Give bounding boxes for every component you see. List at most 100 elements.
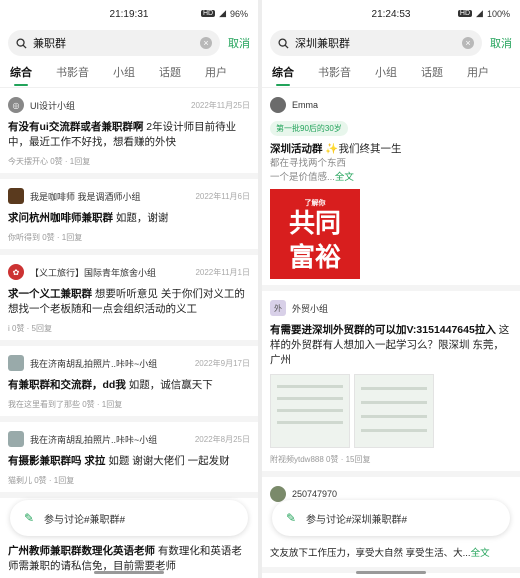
post-image[interactable] bbox=[354, 374, 434, 448]
poster-text: 共同 bbox=[288, 209, 341, 239]
list-item[interactable]: 我是咖啡师 我是调酒师小组 2022年11月6日 求问杭州咖啡师兼职群 如题，谢谢… bbox=[0, 179, 258, 255]
post-line-text: 文友放下工作压力，享受大自然 享受生活、大... bbox=[270, 548, 471, 559]
list-item[interactable]: 我在济南胡乱拍照片..咔咔~小组 2022年9月17日 有兼职群和交流群，dd我 … bbox=[0, 346, 258, 422]
search-query: 深圳兼职群 bbox=[295, 38, 350, 50]
post-stats: 附视频ytdw888 0赞 · 15回复 bbox=[270, 455, 371, 464]
cancel-button[interactable]: 取消 bbox=[490, 35, 512, 51]
group-name: 我是咖啡师 我是调酒师小组 bbox=[30, 191, 141, 202]
post-line: 文友放下工作压力，享受大自然 享受生活、大...全文 bbox=[270, 547, 512, 561]
clear-icon[interactable]: × bbox=[200, 37, 212, 49]
user-avatar bbox=[270, 486, 286, 502]
post-title-text: 有摄影兼职群吗 求拉 bbox=[8, 455, 106, 467]
post-image[interactable] bbox=[270, 374, 350, 448]
post-title-text: 有没有ui交流群或者兼职群啊 bbox=[8, 121, 144, 133]
group-avatar: 外 bbox=[270, 300, 286, 316]
tab-groups[interactable]: 小组 bbox=[375, 58, 397, 88]
search-row: 深圳兼职群 × 取消 bbox=[262, 28, 520, 58]
status-icons: HD ◢ 100% bbox=[457, 8, 510, 19]
image-grid bbox=[270, 374, 512, 448]
home-indicator bbox=[94, 571, 164, 574]
poster-text: 富裕 bbox=[288, 243, 341, 273]
post-title: 求问杭州咖啡师兼职群 如题，谢谢 bbox=[8, 211, 250, 226]
status-icons: HD ◢ 96% bbox=[200, 8, 248, 19]
post-title-text: 求一个义工兼职群 bbox=[8, 288, 92, 300]
post-stats: 今天摆开心 0赞 · 1回复 bbox=[8, 157, 91, 166]
tab-users[interactable]: 用户 bbox=[467, 58, 489, 88]
tab-media[interactable]: 书影音 bbox=[318, 58, 351, 88]
status-bar: 21:19:31 HD ◢ 96% bbox=[0, 0, 258, 28]
post-date: 2022年11月6日 bbox=[195, 191, 250, 201]
tab-users[interactable]: 用户 bbox=[205, 58, 227, 88]
clear-icon[interactable]: × bbox=[462, 37, 474, 49]
tab-groups[interactable]: 小组 bbox=[113, 58, 135, 88]
post-date: 2022年8月25日 bbox=[194, 434, 250, 444]
post-title-text: 广州教师兼职群数理化英语老师 bbox=[8, 545, 155, 557]
post-date: 2022年9月17日 bbox=[194, 358, 250, 368]
battery-level: 100% bbox=[486, 8, 510, 19]
cancel-button[interactable]: 取消 bbox=[228, 35, 250, 51]
post-title: 有需要进深圳外贸群的可以加V:3151447645拉入 这样的外贸群有人想加入一… bbox=[270, 323, 512, 368]
status-time: 21:19:31 bbox=[109, 8, 149, 20]
tab-bar: 综合 书影音 小组 话题 用户 bbox=[262, 58, 520, 88]
expand-link[interactable]: 全文 bbox=[335, 172, 354, 183]
post-stats: 猫剩儿 0赞 · 1回复 bbox=[8, 476, 75, 485]
group-name: 我在济南胡乱拍照片..咔咔~小组 bbox=[30, 358, 158, 369]
tab-topics[interactable]: 话题 bbox=[421, 58, 443, 88]
tab-media[interactable]: 书影音 bbox=[56, 58, 89, 88]
search-icon bbox=[278, 37, 289, 49]
tab-general[interactable]: 综合 bbox=[10, 58, 32, 88]
post-title-text: 深圳活动群 bbox=[270, 143, 323, 155]
post-title: 深圳活动群 ✨我们终其一生 bbox=[270, 142, 512, 157]
discussion-button[interactable]: ✎ 参与讨论#兼职群# bbox=[10, 500, 248, 536]
group-avatar bbox=[8, 431, 24, 447]
status-badge: 第一批90后的30岁 bbox=[270, 121, 348, 136]
search-query: 兼职群 bbox=[33, 38, 66, 50]
poster-caption: 了解你 bbox=[304, 198, 326, 207]
group-avatar bbox=[8, 355, 24, 371]
right-screen: 21:24:53 HD ◢ 100% 深圳兼职群 × 取消 综合 书影音 小组 … bbox=[262, 0, 520, 578]
tab-general[interactable]: 综合 bbox=[272, 58, 294, 88]
group-name: 【义工旅行】国际青年旅舍小组 bbox=[30, 267, 157, 278]
post-image[interactable]: 了解你 共同 富裕 bbox=[270, 189, 360, 279]
post-line-text: 一个是价值感... bbox=[270, 172, 335, 183]
post-title: 有摄影兼职群吗 求拉 如题 谢谢大佬们 一起发财 bbox=[8, 454, 250, 469]
expand-link[interactable]: 全文 bbox=[471, 548, 490, 559]
hd-icon: HD bbox=[457, 10, 473, 17]
user-name: 250747970 bbox=[292, 489, 338, 499]
group-name: UI设计小组 bbox=[30, 100, 76, 111]
pen-icon: ✎ bbox=[24, 511, 35, 525]
user-name: Emma bbox=[292, 100, 319, 110]
list-item[interactable]: ✿ 【义工旅行】国际青年旅舍小组 2022年11月1日 求一个义工兼职群 想要听听意… bbox=[0, 255, 258, 346]
post-date: 2022年11月1日 bbox=[195, 267, 250, 277]
group-avatar: ✿ bbox=[8, 264, 24, 280]
pen-icon: ✎ bbox=[286, 511, 297, 525]
post-line: 一个是价值感...全文 bbox=[270, 171, 512, 185]
tab-bar: 综合 书影音 小组 话题 用户 bbox=[0, 58, 258, 88]
list-item[interactable]: ◎ UI设计小组 2022年11月25日 有没有ui交流群或者兼职群啊 2年设计师目… bbox=[0, 88, 258, 179]
post-stats: 你听得到 0赞 · 1回复 bbox=[8, 233, 83, 242]
group-name: 外贸小组 bbox=[292, 303, 329, 314]
group-avatar bbox=[8, 188, 24, 204]
search-input[interactable]: 兼职群 × bbox=[8, 30, 220, 56]
discussion-button[interactable]: ✎ 参与讨论#深圳兼职群# bbox=[272, 500, 510, 536]
battery-level: 96% bbox=[229, 8, 248, 19]
post-title: 有兼职群和交流群，dd我 如题，诚信赢天下 bbox=[8, 378, 250, 393]
post-title: 广州教师兼职群数理化英语老师 有数理化和英语老师需兼职的请私信免，目前需要老师 bbox=[8, 544, 250, 574]
left-screen: 21:19:31 HD ◢ 96% 兼职群 × 取消 综合 书影音 小组 话题 … bbox=[0, 0, 258, 578]
group-avatar: ◎ bbox=[8, 97, 24, 113]
post-date: 2022年11月25日 bbox=[191, 100, 250, 110]
user-avatar bbox=[270, 97, 286, 113]
post-line: 都在寻找两个东西 bbox=[270, 158, 347, 169]
search-input[interactable]: 深圳兼职群 × bbox=[270, 30, 482, 56]
list-item[interactable]: 外外贸小组 有需要进深圳外贸群的可以加V:3151447645拉入 这样的外贸群… bbox=[262, 291, 520, 477]
list-item[interactable]: 我在济南胡乱拍照片..咔咔~小组 2022年8月25日 有摄影兼职群吗 求拉 如题… bbox=[0, 422, 258, 498]
status-time: 21:24:53 bbox=[371, 8, 411, 20]
list-item[interactable]: Emma 第一批90后的30岁 深圳活动群 ✨我们终其一生 都在寻找两个东西 一… bbox=[262, 88, 520, 291]
discussion-label: 参与讨论#深圳兼职群# bbox=[306, 514, 408, 526]
tab-topics[interactable]: 话题 bbox=[159, 58, 181, 88]
post-title: 求一个义工兼职群 想要听听意见 关于你们对义工的 想找一个老板随和一点会组织活动… bbox=[8, 287, 250, 317]
status-bar: 21:24:53 HD ◢ 100% bbox=[262, 0, 520, 28]
post-title-text: 有兼职群和交流群，dd我 bbox=[8, 379, 126, 391]
post-body: ✨我们终其一生 bbox=[322, 143, 402, 155]
home-indicator bbox=[356, 571, 426, 574]
